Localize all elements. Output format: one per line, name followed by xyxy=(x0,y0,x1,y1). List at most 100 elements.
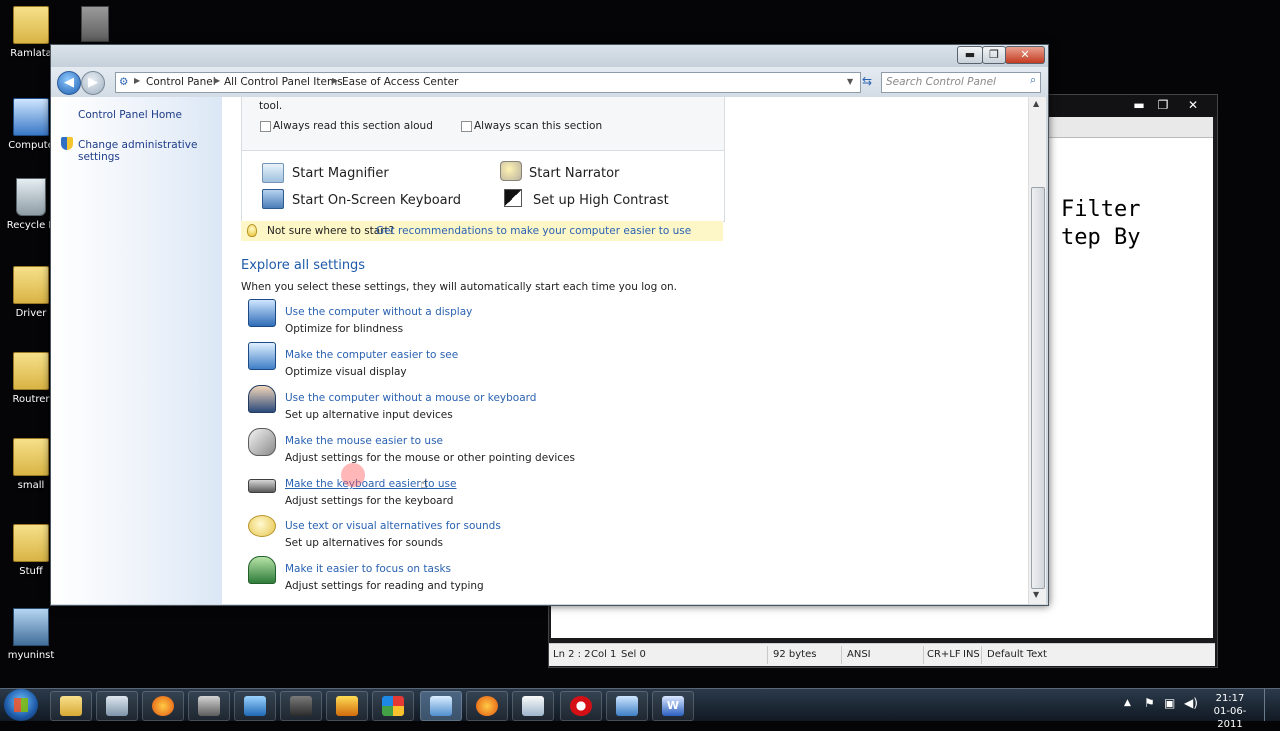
no-mouse-keyboard-desc: Set up alternative input devices xyxy=(285,409,453,421)
start-on-screen-keyboard-link[interactable]: Start On-Screen Keyboard xyxy=(292,193,461,208)
keyboard-easier-link[interactable]: Make the keyboard easier to use xyxy=(285,478,456,490)
narrator-icon xyxy=(500,161,522,181)
scan-checkbox[interactable] xyxy=(461,121,472,132)
taskbar-firefox-alt[interactable] xyxy=(142,691,184,721)
search-icon[interactable]: ⌕ xyxy=(1030,74,1036,87)
notepad-close-button[interactable]: ✕ xyxy=(1179,97,1207,113)
control-panel-titlebar[interactable]: ▬ ❐ ✕ xyxy=(51,45,1048,67)
notepad-maximize-button[interactable]: ❐ xyxy=(1151,97,1175,113)
change-admin-settings-link[interactable]: Change administrative settings xyxy=(78,139,222,163)
taskbar-firefox[interactable] xyxy=(466,691,508,721)
taskbar-app[interactable] xyxy=(280,691,322,721)
status-position: Ln 2 : 2 xyxy=(553,649,591,660)
taskbar-notes[interactable] xyxy=(606,691,648,721)
minimize-button[interactable]: ▬ xyxy=(957,46,983,64)
chevron-down-icon[interactable]: ▼ xyxy=(847,77,853,86)
recommendation-tip: Not sure where to start? Get recommendat… xyxy=(241,221,723,241)
panel-text: tool. xyxy=(259,100,283,112)
magnifier-icon xyxy=(262,163,284,183)
mouse-icon xyxy=(248,428,276,456)
refresh-icon[interactable]: ⇆ xyxy=(862,74,878,90)
monitor-icon xyxy=(248,342,276,370)
breadcrumb-control-panel[interactable]: Control Panel xyxy=(146,76,216,88)
show-hidden-icons-icon[interactable]: ▲ xyxy=(1124,698,1131,708)
opera-icon xyxy=(570,696,592,716)
control-panel-home-link[interactable]: Control Panel Home xyxy=(78,109,182,121)
taskbar-network[interactable] xyxy=(234,691,276,721)
vertical-scrollbar[interactable]: ▲ ▼ xyxy=(1028,97,1046,604)
taskbar-notepad[interactable] xyxy=(512,691,554,721)
breadcrumb-ease-of-access[interactable]: Ease of Access Center xyxy=(342,76,458,88)
mouse-easier-desc: Adjust settings for the mouse or other p… xyxy=(285,452,575,464)
breadcrumb-chevron-icon[interactable]: ▶ xyxy=(332,76,338,85)
search-input[interactable]: Search Control Panel ⌕ xyxy=(881,72,1041,93)
taskbar-opera[interactable] xyxy=(560,691,602,721)
breadcrumb-chevron-icon[interactable]: ▶ xyxy=(214,76,220,85)
taskbar-winamp[interactable] xyxy=(326,691,368,721)
network-status-icon[interactable]: ▣ xyxy=(1164,696,1175,710)
quick-tools-panel: Start Magnifier Start Narrator Start On-… xyxy=(241,150,725,222)
folder-icon xyxy=(13,352,49,390)
no-display-desc: Optimize for blindness xyxy=(285,323,404,335)
volume-icon[interactable]: ◀) xyxy=(1184,696,1198,710)
high-contrast-link[interactable]: Set up High Contrast xyxy=(533,193,669,208)
read-aloud-label[interactable]: Always read this section aloud xyxy=(273,120,433,132)
taskbar-explorer[interactable] xyxy=(50,691,92,721)
folder-icon xyxy=(13,438,49,476)
taskbar-office[interactable] xyxy=(372,691,414,721)
status-mode: INS xyxy=(963,649,980,660)
sound-alternatives-link[interactable]: Use text or visual alternatives for soun… xyxy=(285,520,501,532)
taskbar-control-panel[interactable] xyxy=(420,691,462,721)
show-desktop-button[interactable] xyxy=(1264,689,1279,721)
breadcrumb-chevron-icon[interactable]: ▶ xyxy=(134,76,140,85)
status-divider xyxy=(841,646,842,664)
main-content: tool. Always read this section aloud Alw… xyxy=(222,97,1028,604)
shield-icon xyxy=(61,137,73,150)
taskbar: W ▲ ⚑ ▣ ◀) 21:17 01-06-2011 xyxy=(0,688,1280,730)
firefox-icon xyxy=(152,696,174,716)
scan-label[interactable]: Always scan this section xyxy=(474,120,602,132)
keyboard-icon xyxy=(248,479,276,493)
start-narrator-link[interactable]: Start Narrator xyxy=(529,166,619,181)
close-button[interactable]: ✕ xyxy=(1005,46,1045,64)
scroll-down-icon[interactable]: ▼ xyxy=(1033,590,1039,599)
scroll-up-icon[interactable]: ▲ xyxy=(1033,99,1039,108)
folder-icon xyxy=(13,266,49,304)
desktop-icon-myuninst[interactable]: myuninst xyxy=(4,608,58,661)
word-icon: W xyxy=(662,696,684,716)
start-button[interactable] xyxy=(4,689,38,721)
back-arrow-icon[interactable]: ◀ xyxy=(57,71,81,95)
app-icon xyxy=(290,696,312,716)
folder-icon xyxy=(60,696,82,716)
address-bar[interactable]: ⚙ ▶ Control Panel ▶ All Control Panel It… xyxy=(115,72,861,93)
status-divider xyxy=(923,646,924,664)
office-icon xyxy=(382,696,404,716)
read-aloud-checkbox[interactable] xyxy=(260,121,271,132)
explore-heading: Explore all settings xyxy=(241,258,366,273)
no-mouse-keyboard-link[interactable]: Use the computer without a mouse or keyb… xyxy=(285,392,536,404)
get-recommendations-link[interactable]: Get recommendations to make your compute… xyxy=(376,225,691,237)
easier-to-see-desc: Optimize visual display xyxy=(285,366,407,378)
scrollbar-thumb[interactable] xyxy=(1031,187,1045,589)
taskbar-drive[interactable] xyxy=(188,691,230,721)
easier-to-see-link[interactable]: Make the computer easier to see xyxy=(285,349,458,361)
focus-tasks-link[interactable]: Make it easier to focus on tasks xyxy=(285,563,451,575)
no-display-link[interactable]: Use the computer without a display xyxy=(285,306,472,318)
forward-arrow-icon[interactable]: ▶ xyxy=(81,71,105,95)
high-contrast-icon xyxy=(504,189,522,207)
notepad-minimize-button[interactable]: ▬ xyxy=(1127,97,1151,113)
navigation-bar: ◀ ▶ ⚙ ▶ Control Panel ▶ All Control Pane… xyxy=(51,67,1048,97)
person-icon xyxy=(248,385,276,413)
taskbar-word[interactable]: W xyxy=(652,691,694,721)
clock[interactable]: 21:17 01-06-2011 xyxy=(1208,692,1252,731)
maximize-button[interactable]: ❐ xyxy=(982,46,1006,64)
desktop-icon-file[interactable] xyxy=(80,6,110,46)
action-center-flag-icon[interactable]: ⚑ xyxy=(1144,696,1155,710)
taskbar-calculator[interactable] xyxy=(96,691,138,721)
display-icon xyxy=(248,299,276,327)
breadcrumb-all-items[interactable]: All Control Panel Items xyxy=(224,76,343,88)
start-magnifier-link[interactable]: Start Magnifier xyxy=(292,166,389,181)
control-panel-window[interactable]: ▬ ❐ ✕ ◀ ▶ ⚙ ▶ Control Panel ▶ All Contro… xyxy=(50,44,1049,606)
mouse-easier-link[interactable]: Make the mouse easier to use xyxy=(285,435,443,447)
installer-icon xyxy=(13,608,49,646)
